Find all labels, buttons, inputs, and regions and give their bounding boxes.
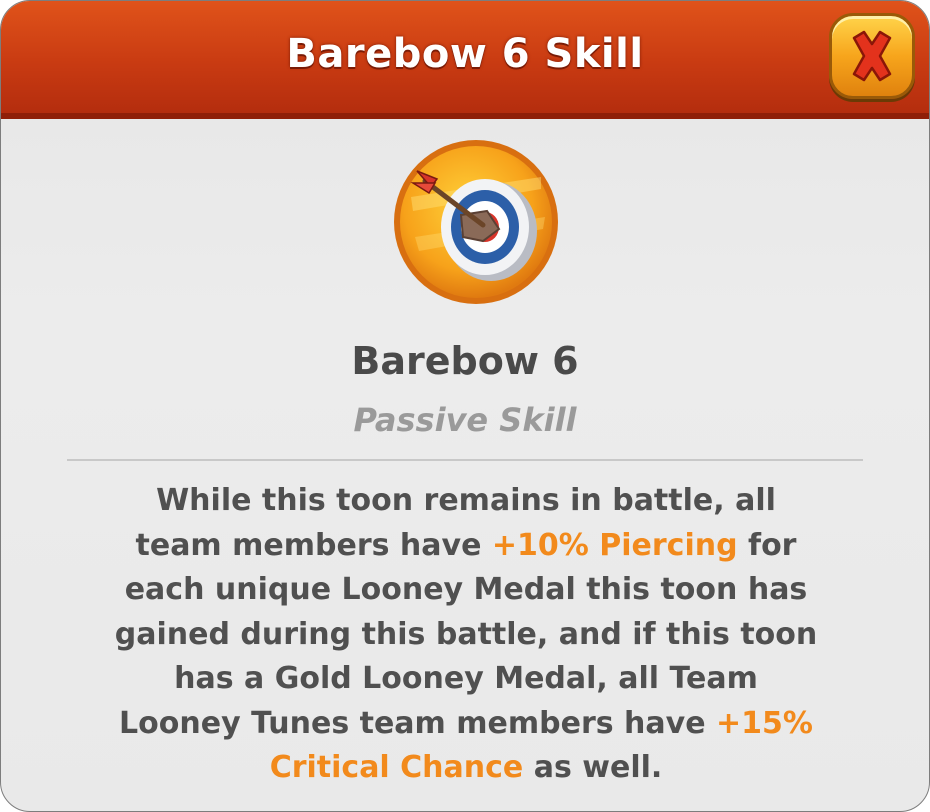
description-line: Looney Tunes team members have +15%: [41, 702, 891, 747]
description-line: has a Gold Looney Medal, all Team: [174, 661, 758, 696]
skill-dialog: Barebow 6 Skill Barebow 6 Passive Skill …: [0, 0, 930, 812]
bullseye-arrow-icon: [394, 140, 558, 304]
description-line: team members have +10% Piercing for: [41, 524, 891, 569]
description-line: While this toon remains in battle, all: [156, 483, 776, 518]
description-line: Critical Chance as well.: [41, 746, 891, 791]
description-text: as well.: [523, 750, 663, 785]
description-text: for: [737, 527, 797, 563]
piercing-bonus: +10% Piercing: [491, 527, 738, 563]
skill-description: While this toon remains in battle, all t…: [41, 479, 891, 791]
description-line: gained during this battle, and if this t…: [114, 616, 818, 652]
close-x-icon: [852, 30, 892, 82]
dialog-title: Barebow 6 Skill: [286, 31, 644, 77]
crit-bonus-value: +15%: [716, 705, 813, 741]
skill-type: Passive Skill: [353, 401, 577, 439]
description-text: Looney Tunes team members have: [119, 705, 716, 741]
description-text: team members have: [135, 527, 492, 563]
close-button[interactable]: [829, 13, 915, 99]
dialog-header: Barebow 6 Skill: [1, 1, 929, 119]
description-line: each unique Looney Medal this toon has: [124, 572, 808, 607]
crit-bonus-label: Critical Chance: [269, 750, 524, 785]
skill-name: Barebow 6: [351, 339, 579, 383]
divider: [67, 459, 863, 461]
